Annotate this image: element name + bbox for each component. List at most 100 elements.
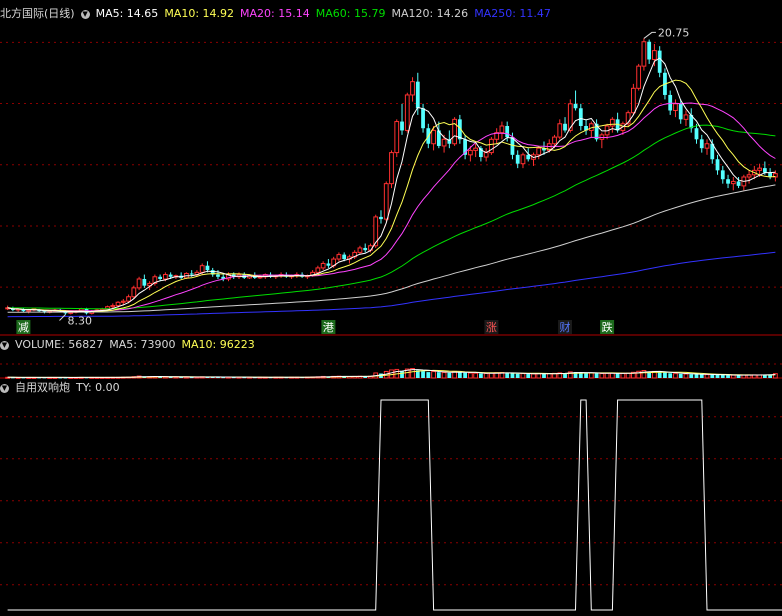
indicator-name[interactable]: 自用双响炮 [15,381,70,394]
volume-bar-up [441,372,447,379]
indicator-ty-readout: TY: 0.00 [76,381,120,394]
volume-bar-down [510,373,515,378]
event-tag-label: 涨 [486,321,497,334]
volume-bar-down [479,373,483,378]
candle-body-up [757,167,762,171]
candle-body-up [136,278,142,289]
volume-bar-down [594,373,599,378]
volume-bar-up [431,371,436,379]
candle-body-up [410,81,415,96]
event-tag-label: 港 [323,321,334,334]
volume-bar-down [505,372,510,378]
volume-bar-up [730,374,736,379]
candle-body-down [379,216,383,220]
volume-bar-up [467,372,473,379]
candle-body-up [552,136,557,145]
ma20-line [7,102,776,312]
chevron-down-icon[interactable]: ▼ [80,9,90,19]
candle-body-down [647,41,652,60]
volume-bar-down [457,371,462,378]
candle-body-up [609,118,615,127]
candle-body-up [467,149,473,156]
high-price-label: 20.75 [658,26,690,39]
volume-bar-down [689,374,694,378]
low-price-label: 8.30 [67,314,92,327]
candle-body-up [641,41,647,67]
ma120-readout: MA120: 14.26 [391,7,469,20]
ma5-readout: MA5: 14.65 [95,7,159,20]
volume-bar-down [447,372,452,378]
candle-body-down [158,276,163,279]
candle-body-up [473,147,479,151]
candle-body-up [394,121,400,154]
candle-body-down [726,179,730,184]
stock-title[interactable]: 北方国际(日线) [0,7,75,20]
candle-body-up [383,183,389,220]
candle-body-up [704,143,710,149]
stock-chart-window: 20.75 8.30 减 港 涨 财 跌 北方国际(日线) ▼ MA5: 14.65 MA10: … [0,0,782,616]
volume-bar-up [620,372,626,379]
candle-body-up [652,50,657,60]
volume-ma5-readout: MA5: 73900 [109,338,176,351]
candle-body-up [431,129,436,145]
chevron-down-icon[interactable]: ▼ [0,340,9,350]
candle-body-up [389,152,394,185]
ma60-readout: MA60: 15.79 [315,7,386,20]
volume-bar-down [542,373,546,378]
candle-body-down [715,159,720,171]
chevron-down-icon[interactable]: ▼ [0,383,9,393]
candle-body-up [746,174,752,178]
signal-line [7,399,782,611]
candle-body-up [199,265,205,273]
volume-bar-down [678,373,683,378]
event-tag-label: 跌 [602,320,613,334]
candle-body-down [205,265,210,271]
candle-body-up [162,274,168,280]
volume-bar-up [609,372,615,379]
candle-body-up [336,254,342,260]
volume-bar-up [683,373,689,379]
volume-bar-up [489,372,494,379]
candle-body-up [357,247,363,253]
chart-canvas[interactable]: 20.75 8.30 减 港 涨 财 跌 [0,0,782,616]
event-tag-label: 财 [560,320,571,334]
candle-body-down [505,126,510,138]
candle-body-up [131,287,137,298]
candle-body-up [126,296,131,302]
candle-body-up [483,152,489,158]
volume-bar-down [668,373,673,378]
candle-body-down [578,108,583,126]
candle-body-down [342,254,347,260]
volume-bar-down [720,375,725,378]
volume-bar-down [657,372,662,378]
candle-body-up [499,125,505,134]
volume-bar-down [400,370,404,378]
volume-bar-down [663,372,667,378]
candle-body-up [315,267,321,273]
candle-body-down [699,139,704,149]
candle-body-up [520,154,526,165]
volume-bar-down [421,371,425,378]
candle-body-up [452,118,457,145]
candle-body-up [320,262,326,269]
candle-body-up [636,65,642,89]
volume-bar-up [625,372,631,379]
candle-body-down [216,274,220,277]
volume-bar-up [704,374,710,379]
volume-bar-up [604,372,610,379]
volume-bar-up [483,372,489,379]
volume-panel-header: ▼ VOLUME: 56827 MA5: 73900 MA10: 96223 [0,337,261,353]
volume-bar-down [584,373,588,378]
candle-body-up [441,138,447,147]
candle-body-down [563,123,567,131]
candle-body-down [142,279,147,286]
candle-body-down [657,50,662,73]
candle-body-down [720,170,725,180]
low-marker [59,314,66,321]
candle-body-down [168,274,173,277]
volume-bar-up [673,373,678,379]
volume-bar-down [436,372,441,378]
volume-bar-down [715,374,720,378]
candle-body-up [683,114,689,120]
candle-body-down [736,181,741,186]
